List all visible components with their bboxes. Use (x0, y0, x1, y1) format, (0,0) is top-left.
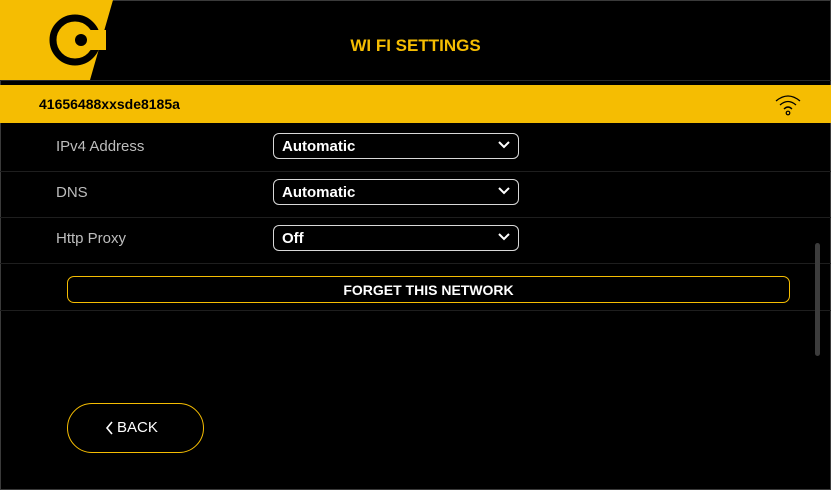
section-divider (0, 310, 831, 311)
back-label: BACK (117, 419, 158, 436)
http-proxy-row: Http Proxy Off (0, 217, 831, 264)
ipv4-row: IPv4 Address Automatic (0, 125, 831, 172)
ipv4-select[interactable]: Automatic (273, 133, 519, 159)
chevron-down-icon (498, 187, 510, 195)
chevron-left-icon (105, 420, 113, 435)
dns-row: DNS Automatic (0, 171, 831, 218)
dns-label: DNS (56, 184, 88, 201)
chevron-down-icon (498, 233, 510, 241)
ipv4-value: Automatic (282, 138, 356, 155)
back-button[interactable]: BACK (67, 403, 204, 453)
back-button-content: BACK (105, 419, 158, 436)
wifi-icon (775, 95, 801, 116)
chevron-down-icon (498, 141, 510, 149)
header-divider (0, 80, 831, 81)
http-proxy-label: Http Proxy (56, 230, 127, 247)
scrollbar[interactable] (815, 243, 820, 356)
network-bar: 41656488xxsde8185a (0, 85, 831, 123)
http-proxy-value: Off (282, 230, 304, 247)
dns-select[interactable]: Automatic (273, 179, 519, 205)
network-ssid: 41656488xxsde8185a (39, 96, 180, 112)
forget-network-button[interactable]: FORGET THIS NETWORK (67, 276, 790, 303)
http-proxy-select[interactable]: Off (273, 225, 519, 251)
page-title: WI FI SETTINGS (350, 36, 481, 55)
ipv4-label: IPv4 Address (56, 138, 145, 155)
forget-network-label: FORGET THIS NETWORK (343, 282, 514, 298)
dns-value: Automatic (282, 184, 356, 201)
